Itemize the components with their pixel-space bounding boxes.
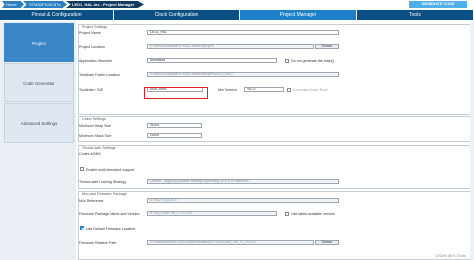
- tab-clock-configuration[interactable]: Clock Configuration: [114, 10, 240, 20]
- use-latest-label: Use latest available version: [291, 212, 335, 216]
- firmware-package-select[interactable]: STM32Cube FW_F1 V1.8.5: [147, 211, 277, 216]
- min-version-label: Min Version: [218, 88, 237, 92]
- nav-code-generator[interactable]: Code Generator: [4, 63, 74, 102]
- no-generate-main-label: Do not generate the main(): [291, 59, 334, 63]
- toolchain-folder-label: Toolchain Folder Location: [79, 73, 120, 77]
- breadcrumb-project-label: LED1_HAL.ioc - Project Manager: [72, 2, 135, 7]
- firmware-package-label: Firmware Package Name and Version: [79, 212, 140, 216]
- browse-firmware-button[interactable]: Browse: [315, 240, 339, 245]
- browse-location-button[interactable]: Browse: [315, 44, 339, 49]
- linker-settings-title: Linker Settings: [82, 117, 106, 121]
- firmware-path-input[interactable]: C:/Users/Admin/STM32Cube/Repository/STM3…: [147, 240, 314, 245]
- highlight-toolchain-ide: [144, 87, 208, 99]
- breadcrumb-home-label: Home: [6, 2, 17, 7]
- thread-safe-title: Thread-safe Settings: [82, 146, 116, 150]
- content-area: Project Settings Project Name LED1_HAL P…: [77, 21, 474, 260]
- app-structure-select[interactable]: Advanced: [147, 58, 277, 63]
- stack-size-label: Minimum Stack Size: [79, 134, 112, 138]
- enable-multithreaded-checkbox[interactable]: [80, 167, 84, 171]
- firmware-path-label: Firmware Relative Path: [79, 241, 117, 245]
- linker-settings-section: Linker Settings: [78, 116, 473, 142]
- breadcrumb-home[interactable]: Home: [2, 1, 24, 8]
- locking-strategy-select[interactable]: Default - Mapping suitable strategy depe…: [147, 179, 339, 184]
- stack-size-input[interactable]: 0x400: [147, 133, 202, 138]
- generate-under-root-label: Generate Under Root: [293, 88, 328, 92]
- main-tabs: Pinout & Configuration Clock Configurati…: [0, 10, 474, 20]
- vertical-scrollbar[interactable]: [470, 21, 474, 260]
- generate-under-root-checkbox[interactable]: [287, 87, 291, 92]
- use-default-location-checkbox[interactable]: [80, 226, 84, 230]
- tab-pinout-configuration[interactable]: Pinout & Configuration: [0, 10, 114, 20]
- generate-code-button[interactable]: GENERATE CODE: [409, 1, 467, 8]
- use-latest-checkbox[interactable]: [285, 211, 289, 216]
- locking-strategy-label: Thread-safe Locking Strategy: [79, 180, 127, 184]
- toolchain-folder-input[interactable]: E:\stm32\Example\STM32CubeMX\project\LED…: [147, 72, 339, 77]
- project-location-input[interactable]: E:\stm32\Example\STM32CubeMX\project: [147, 44, 314, 49]
- breadcrumb-project[interactable]: LED1_HAL.ioc - Project Manager: [66, 1, 144, 8]
- mcu-firmware-title: Mcu and Firmware Package: [82, 192, 127, 196]
- project-settings-section: Project Settings: [78, 24, 473, 115]
- tab-tools[interactable]: Tools: [357, 10, 474, 20]
- project-settings-title: Project Settings: [82, 25, 108, 29]
- enable-multithreaded-label: Enable multi-threaded support: [86, 167, 135, 172]
- nav-advanced-settings[interactable]: Advanced Settings: [4, 103, 74, 143]
- mcu-reference-label: Mcu Reference: [79, 199, 104, 203]
- app-structure-label: Application Structure: [79, 59, 113, 63]
- heap-size-label: Minimum Heap Size: [79, 124, 112, 128]
- heap-size-input[interactable]: 0x200: [147, 123, 202, 128]
- toolchain-ide-label: Toolchain / IDE: [79, 88, 104, 92]
- project-location-label: Project Location: [79, 45, 105, 49]
- nav-project[interactable]: Project: [4, 23, 74, 62]
- no-generate-main-checkbox[interactable]: [285, 58, 289, 63]
- top-bar: Home STM32F103C8Tx LED1_HAL.ioc - Projec…: [0, 0, 474, 9]
- project-name-label: Project Name: [79, 31, 101, 35]
- project-name-input[interactable]: LED1_HAL: [147, 30, 339, 35]
- tab-project-manager[interactable]: Project Manager: [240, 10, 357, 20]
- min-version-select[interactable]: V5.27: [244, 87, 284, 92]
- cortex-label: Cortex-M3NS: [79, 152, 101, 156]
- use-default-location-label: Use Default Firmware Location: [86, 226, 136, 231]
- breadcrumb-mcu[interactable]: STM32F103C8Tx: [23, 1, 67, 8]
- mcu-reference-input[interactable]: STM32F103C8Tx: [147, 198, 339, 203]
- watermark: CSDN @Tt-Tools: [435, 253, 466, 258]
- breadcrumb-mcu-label: STM32F103C8Tx: [29, 2, 61, 7]
